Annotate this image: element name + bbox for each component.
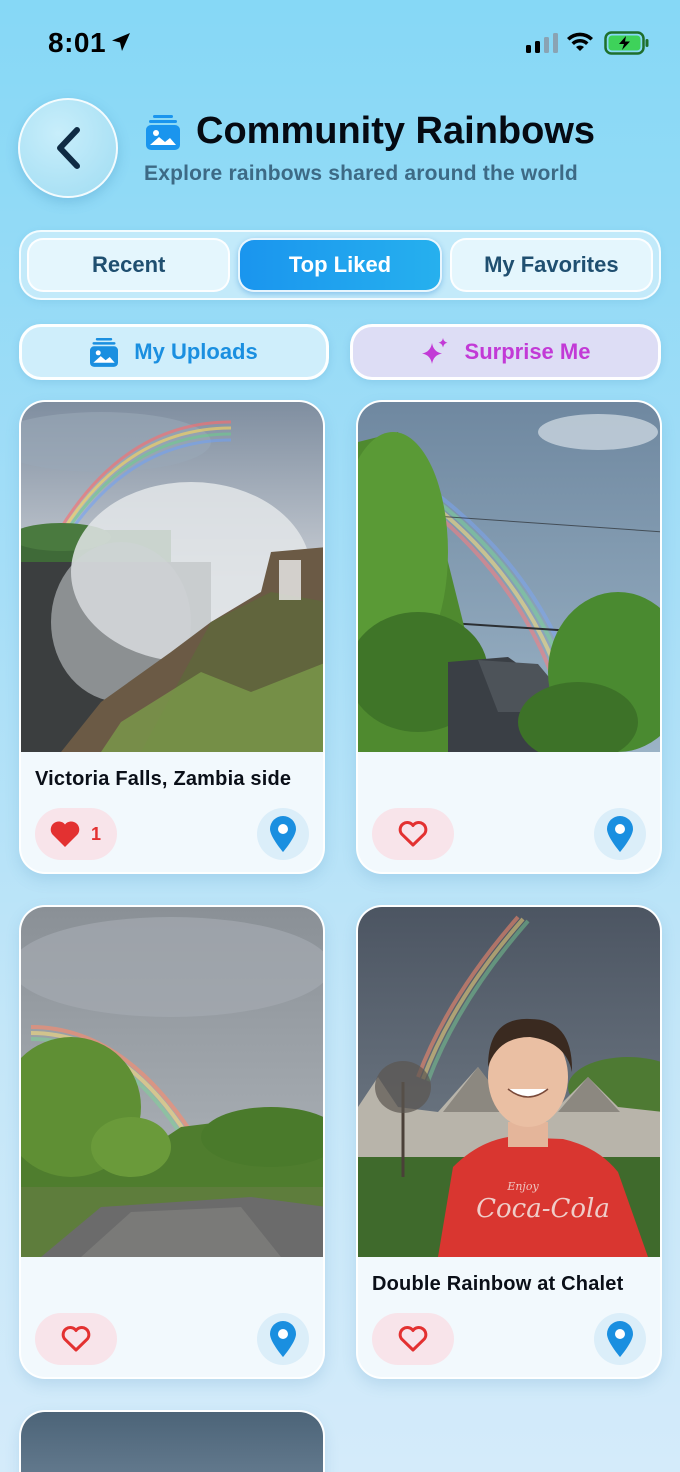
- location-arrow-icon: [112, 33, 130, 51]
- rainbow-photo[interactable]: [21, 907, 323, 1257]
- chevron-left-icon: [57, 127, 80, 169]
- rainbow-card[interactable]: [19, 1410, 325, 1472]
- photo-stack-icon: [90, 338, 119, 367]
- surprise-me-label: Surprise Me: [464, 339, 591, 364]
- cellular-signal-icon: [526, 33, 558, 53]
- rainbow-photo[interactable]: [358, 402, 660, 752]
- rainbow-photo[interactable]: Coca-Cola Enjoy: [358, 907, 660, 1257]
- heart-filled-icon: [50, 821, 80, 847]
- tab-my-favorites[interactable]: My Favorites: [449, 238, 653, 292]
- photo-stack-icon: [146, 115, 180, 150]
- location-button[interactable]: [594, 1313, 646, 1365]
- rainbow-card[interactable]: [356, 400, 662, 874]
- map-pin-icon: [607, 1321, 633, 1357]
- heart-outline-icon: [398, 821, 428, 847]
- my-uploads-label: My Uploads: [134, 339, 258, 364]
- map-pin-icon: [270, 816, 296, 852]
- sort-tabs: Recent Top Liked My Favorites: [19, 230, 661, 300]
- rainbow-card[interactable]: Coca-Cola Enjoy Double Rainbow at Chalet: [356, 905, 662, 1379]
- my-uploads-button[interactable]: My Uploads: [19, 324, 329, 380]
- page-title: Community Rainbows: [196, 110, 596, 152]
- like-button[interactable]: [372, 1313, 454, 1365]
- card-caption: Victoria Falls, Zambia side: [35, 768, 292, 790]
- wifi-icon: [567, 32, 593, 51]
- battery-charging-icon: [604, 31, 649, 55]
- page-subtitle: Explore rainbows shared around the world: [144, 162, 578, 185]
- sparkles-icon: [421, 338, 448, 364]
- heart-outline-icon: [398, 1326, 428, 1352]
- like-count: 1: [91, 823, 102, 844]
- map-pin-icon: [270, 1321, 296, 1357]
- location-button[interactable]: [257, 1313, 309, 1365]
- rainbow-card[interactable]: [19, 905, 325, 1379]
- like-button[interactable]: 1: [35, 808, 117, 860]
- tab-top-liked[interactable]: Top Liked: [238, 238, 442, 292]
- card-caption: Double Rainbow at Chalet: [372, 1273, 624, 1295]
- back-button[interactable]: [18, 98, 118, 198]
- heart-outline-icon: [61, 1326, 91, 1352]
- location-button[interactable]: [594, 808, 646, 860]
- surprise-me-button[interactable]: Surprise Me: [350, 324, 661, 380]
- svg-text:Coca-Cola: Coca-Cola: [476, 1194, 610, 1224]
- map-pin-icon: [607, 816, 633, 852]
- status-time: 8:01: [48, 27, 107, 58]
- rainbow-photo[interactable]: [21, 1412, 323, 1472]
- rainbow-photo[interactable]: [21, 402, 323, 752]
- svg-text:Enjoy: Enjoy: [506, 1180, 539, 1193]
- rainbow-card[interactable]: Victoria Falls, Zambia side 1: [19, 400, 325, 874]
- location-button[interactable]: [257, 808, 309, 860]
- like-button[interactable]: [372, 808, 454, 860]
- like-button[interactable]: [35, 1313, 117, 1365]
- tab-recent[interactable]: Recent: [27, 238, 231, 292]
- status-bar: 8:01: [0, 0, 680, 88]
